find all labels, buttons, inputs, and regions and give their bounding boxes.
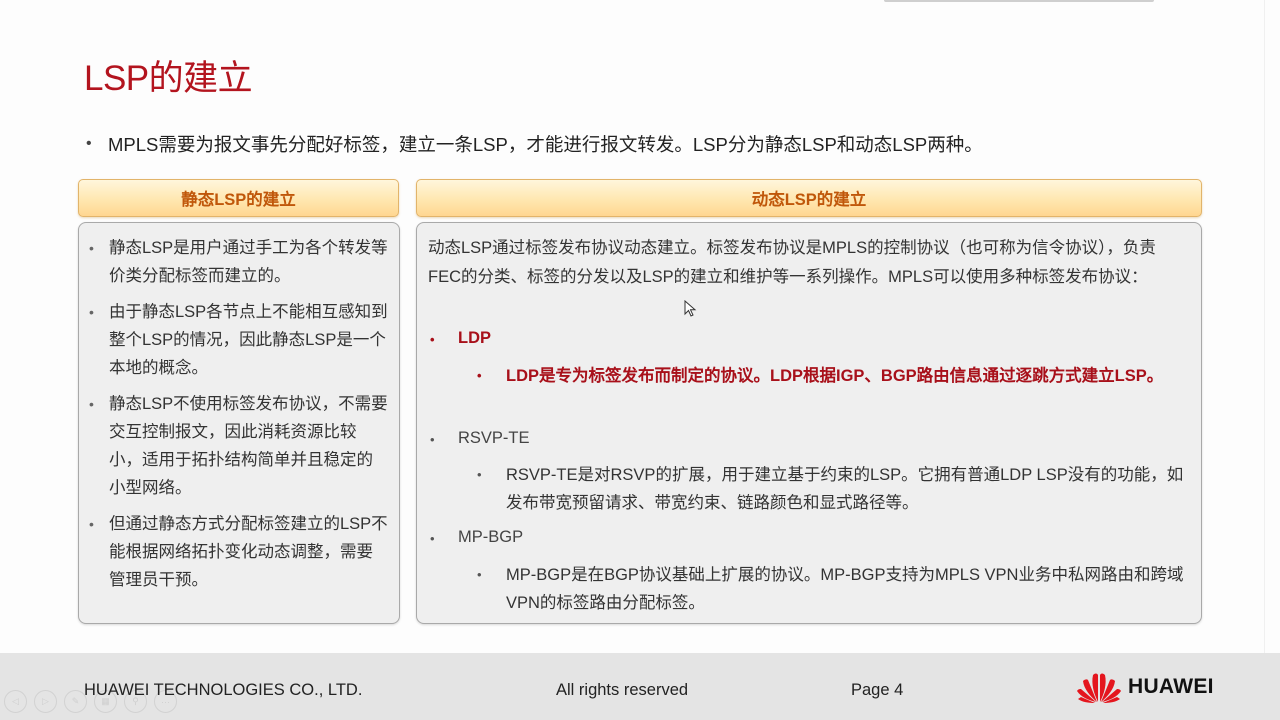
slide-footer: ◁ ▷ ✎ ▦ ⚲ ··· HUAWEI TECHNOLOGIES CO., L… [0,653,1280,720]
page-number: Page 4 [851,681,904,699]
mouse-cursor-icon [684,300,697,317]
bullet-icon: • [430,531,435,546]
protocol-item-ldp: • LDP [428,329,491,351]
protocol-name: MP-BGP [458,528,524,546]
previous-icon[interactable]: ◁ [4,690,27,713]
slide-edge [1264,0,1265,653]
dynamic-lsp-header-label: 动态LSP的建立 [751,191,867,209]
huawei-logo: HUAWEI [1076,670,1214,704]
intro-text: MPLS需要为报文事先分配好标签，建立一条LSP，才能进行报文转发。LSP分为静… [108,134,983,155]
protocol-desc-rsvp-te: • RSVP-TE是对RSVP的扩展，用于建立基于约束的LSP。它拥有普通LDP… [475,461,1185,517]
list-item: 静态LSP是用户通过手工为各个转发等价类分配标签而建立的。 [89,234,389,290]
protocol-item-rsvp-te: • RSVP-TE [428,429,530,451]
bullet-icon: • [477,467,482,482]
static-lsp-panel: 静态LSP是用户通过手工为各个转发等价类分配标签而建立的。 由于静态LSP各节点… [78,222,400,624]
bullet-icon: • [430,432,435,447]
list-item: 但通过静态方式分配标签建立的LSP不能根据网络拓扑变化动态调整，需要管理员干预。 [89,510,389,594]
protocol-desc-mp-bgp: • MP-BGP是在BGP协议基础上扩展的协议。MP-BGP支持为MPLS VP… [475,561,1185,617]
dynamic-lsp-header: 动态LSP的建立 [416,179,1202,217]
footer-rights: All rights reserved [556,681,689,699]
dynamic-lsp-panel: 动态LSP通过标签发布协议动态建立。标签发布协议是MPLS的控制协议（也可称为信… [416,222,1202,624]
next-icon[interactable]: ▷ [34,690,57,713]
protocol-desc: LDP是专为标签发布而制定的协议。LDP根据IGP、BGP路由信息通过逐跳方式建… [506,367,1164,385]
protocol-item-mp-bgp: • MP-BGP [428,528,523,550]
protocol-desc-ldp: • LDP是专为标签发布而制定的协议。LDP根据IGP、BGP路由信息通过逐跳方… [475,362,1185,390]
bullet-icon: • [477,567,482,582]
static-lsp-header-label: 静态LSP的建立 [181,191,296,209]
list-item: 由于静态LSP各节点上不能相互感知到整个LSP的情况，因此静态LSP是一个本地的… [89,298,389,382]
huawei-flower-icon [1077,673,1121,703]
intro-bullet: • MPLS需要为报文事先分配好标签，建立一条LSP，才能进行报文转发。LSP分… [86,131,983,157]
top-scroll-bar [884,0,1154,2]
protocol-desc: MP-BGP是在BGP协议基础上扩展的协议。MP-BGP支持为MPLS VPN业… [506,566,1184,612]
dynamic-lsp-intro: 动态LSP通过标签发布协议动态建立。标签发布协议是MPLS的控制协议（也可称为信… [428,239,1156,286]
logo-text: HUAWEI [1128,675,1214,698]
protocol-name: LDP [458,329,491,347]
footer-company: HUAWEI TECHNOLOGIES CO., LTD. [84,681,363,699]
slide-title: LSP的建立 [84,59,253,98]
static-lsp-header: 静态LSP的建立 [78,179,399,217]
bullet-icon: • [430,332,435,347]
protocol-desc: RSVP-TE是对RSVP的扩展，用于建立基于约束的LSP。它拥有普通LDP L… [506,466,1184,512]
bullet-icon: • [477,368,482,383]
list-item: 静态LSP不使用标签发布协议，不需要交互控制报文，因此消耗资源比较小，适用于拓扑… [89,390,389,502]
protocol-name: RSVP-TE [458,429,530,447]
bullet-icon: • [86,135,92,152]
static-lsp-list: 静态LSP是用户通过手工为各个转发等价类分配标签而建立的。 由于静态LSP各节点… [89,234,389,602]
